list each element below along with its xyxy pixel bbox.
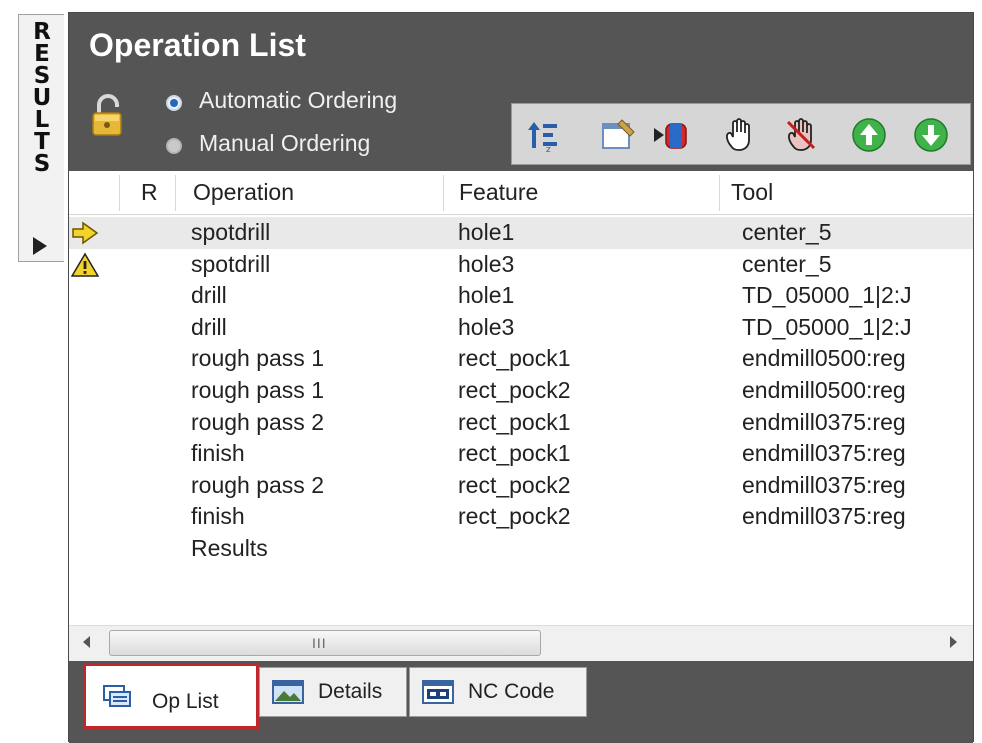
row-feature: hole1 bbox=[458, 282, 515, 309]
row-tool: TD_05000_1|2:J bbox=[742, 282, 912, 309]
row-operation: rough pass 2 bbox=[191, 408, 324, 435]
move-down-icon[interactable] bbox=[912, 116, 950, 154]
column-separator[interactable] bbox=[119, 175, 120, 211]
column-header-feature[interactable]: Feature bbox=[459, 179, 538, 206]
run-to-operation-icon[interactable] bbox=[652, 116, 690, 154]
row-feature: hole3 bbox=[458, 313, 515, 340]
column-header-r[interactable]: R bbox=[141, 179, 158, 206]
row-feature: rect_pock2 bbox=[458, 503, 571, 530]
row-operation: rough pass 2 bbox=[191, 471, 324, 498]
table-row[interactable]: rough pass 1 rect_pock2 endmill0500:reg bbox=[69, 375, 973, 407]
row-feature: rect_pock2 bbox=[458, 377, 571, 403]
row-tool: center_5 bbox=[742, 250, 832, 277]
results-side-tab[interactable]: RESULTS bbox=[18, 14, 64, 262]
results-letter: E bbox=[34, 41, 50, 67]
results-letter: S bbox=[33, 63, 51, 89]
column-separator[interactable] bbox=[719, 175, 720, 211]
move-up-icon[interactable] bbox=[850, 116, 888, 154]
results-letter: R bbox=[33, 19, 51, 45]
row-tool: endmill0375:reg bbox=[742, 471, 906, 498]
row-operation: spotdrill bbox=[191, 250, 271, 277]
scrollbar-grip: III bbox=[312, 635, 327, 651]
sort-icon[interactable]: z bbox=[524, 116, 562, 154]
operation-list-panel: Operation List Automatic Ordering Manual… bbox=[68, 12, 974, 743]
row-feature: rect_pock1 bbox=[458, 408, 571, 435]
results-letter: T bbox=[34, 129, 50, 155]
tab-nc-code[interactable]: NC Code bbox=[409, 667, 587, 717]
row-operation: spotdrill bbox=[191, 219, 271, 245]
operation-toolbar: z bbox=[511, 103, 971, 165]
table-row[interactable]: rough pass 1 rect_pock1 endmill0500:reg bbox=[69, 343, 973, 375]
scroll-left-arrow-icon[interactable] bbox=[83, 636, 90, 648]
tab-details-label: Details bbox=[318, 680, 383, 703]
table-row[interactable]: spotdrill hole1 center_5 bbox=[69, 217, 973, 249]
hand-grab-icon[interactable] bbox=[720, 116, 758, 154]
table-row[interactable]: finish rect_pock1 endmill0375:reg bbox=[69, 438, 973, 470]
row-feature: hole3 bbox=[458, 250, 515, 277]
nc-code-icon bbox=[422, 680, 454, 704]
table-row[interactable]: finish rect_pock2 endmill0375:reg bbox=[69, 501, 973, 533]
scroll-right-arrow-icon[interactable] bbox=[950, 636, 957, 648]
manual-ordering-label[interactable]: Manual Ordering bbox=[199, 130, 370, 157]
table-row[interactable]: Results bbox=[69, 533, 973, 565]
tab-details[interactable]: Details bbox=[259, 667, 407, 717]
results-letter: U bbox=[32, 85, 52, 111]
row-tool: endmill0500:reg bbox=[742, 345, 906, 372]
scrollbar-thumb[interactable]: III bbox=[109, 630, 541, 656]
svg-text:z: z bbox=[546, 145, 551, 154]
column-header-operation[interactable]: Operation bbox=[193, 179, 294, 206]
automatic-ordering-radio[interactable] bbox=[166, 95, 182, 111]
row-tool: endmill0375:reg bbox=[742, 503, 906, 530]
row-operation: rough pass 1 bbox=[191, 345, 324, 372]
table-row[interactable]: spotdrill hole3 center_5 bbox=[69, 249, 973, 281]
edit-properties-icon[interactable] bbox=[600, 116, 638, 154]
row-operation: finish bbox=[191, 503, 245, 530]
row-operation: finish bbox=[191, 440, 245, 467]
grid-header: R Operation Feature Tool bbox=[69, 171, 973, 215]
row-feature: rect_pock1 bbox=[458, 440, 571, 467]
bottom-tab-bar: Op List Details NC Code bbox=[69, 661, 973, 743]
row-tool: center_5 bbox=[742, 219, 832, 245]
row-operation: drill bbox=[191, 313, 227, 340]
row-tool: endmill0375:reg bbox=[742, 408, 906, 435]
manual-ordering-radio[interactable] bbox=[166, 138, 182, 154]
results-side-tab-label: RESULTS bbox=[19, 19, 65, 177]
op-list-icon bbox=[103, 685, 131, 707]
expand-arrow-icon[interactable] bbox=[33, 237, 47, 255]
results-letter: S bbox=[33, 151, 51, 177]
row-operation: drill bbox=[191, 282, 227, 309]
automatic-ordering-label[interactable]: Automatic Ordering bbox=[199, 87, 397, 114]
column-header-tool[interactable]: Tool bbox=[731, 179, 773, 206]
row-tool: endmill0375:reg bbox=[742, 440, 906, 467]
row-feature: rect_pock2 bbox=[458, 471, 571, 498]
row-operation: rough pass 1 bbox=[191, 377, 324, 403]
tab-op-list-label: Op List bbox=[152, 690, 219, 713]
release-hand-icon[interactable] bbox=[782, 116, 820, 154]
results-letter: L bbox=[34, 107, 50, 133]
details-image-icon bbox=[272, 680, 304, 704]
unlocked-padlock-icon[interactable] bbox=[91, 93, 127, 137]
column-separator[interactable] bbox=[443, 175, 444, 211]
table-row[interactable]: drill hole3 TD_05000_1|2:J bbox=[69, 312, 973, 344]
row-operation: Results bbox=[191, 535, 268, 561]
horizontal-scrollbar[interactable]: III bbox=[69, 625, 973, 661]
panel-title: Operation List bbox=[89, 27, 306, 63]
warning-icon bbox=[71, 252, 99, 277]
column-separator[interactable] bbox=[175, 175, 176, 211]
row-feature: hole1 bbox=[458, 219, 515, 245]
table-row[interactable]: rough pass 2 rect_pock2 endmill0375:reg bbox=[69, 470, 973, 502]
tab-nc-code-label: NC Code bbox=[468, 680, 555, 703]
row-feature: rect_pock1 bbox=[458, 345, 571, 372]
row-tool: endmill0500:reg bbox=[742, 377, 906, 403]
operation-grid: R Operation Feature Tool spotdrill hole1 c… bbox=[69, 171, 973, 625]
row-tool: TD_05000_1|2:J bbox=[742, 313, 912, 340]
current-operation-arrow-icon bbox=[72, 221, 99, 245]
tab-op-list[interactable]: Op List bbox=[83, 663, 259, 729]
table-row[interactable]: rough pass 2 rect_pock1 endmill0375:reg bbox=[69, 407, 973, 439]
table-row[interactable]: drill hole1 TD_05000_1|2:J bbox=[69, 280, 973, 312]
